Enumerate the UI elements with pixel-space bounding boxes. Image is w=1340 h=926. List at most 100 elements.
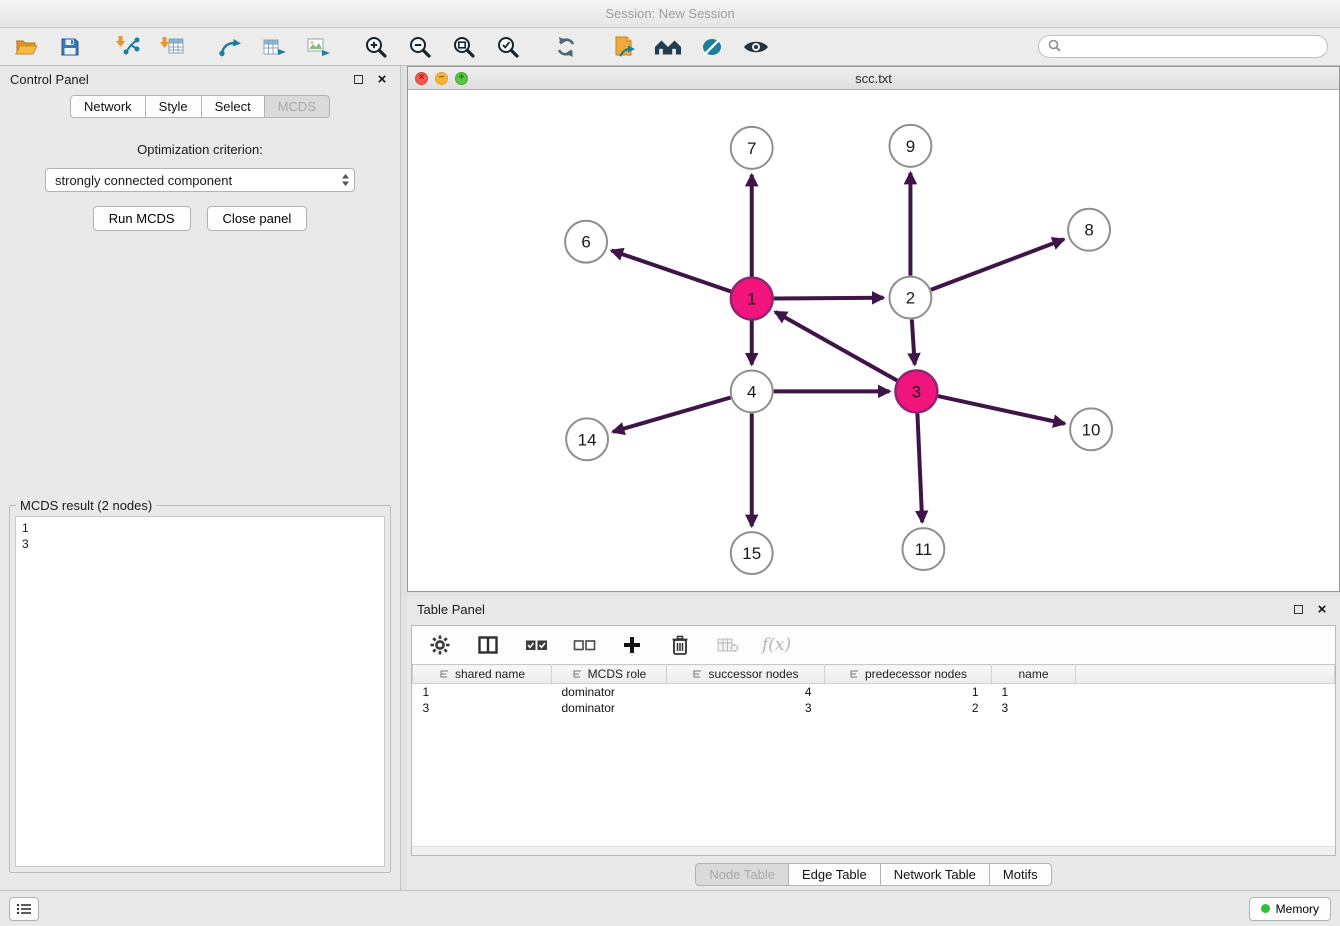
column-header-shared-name[interactable]: shared name	[413, 665, 552, 684]
first-neighbors-icon[interactable]	[610, 33, 638, 61]
column-header-predecessor-nodes[interactable]: predecessor nodes	[825, 665, 992, 684]
deselect-all-icon[interactable]	[570, 631, 598, 659]
tab-mcds[interactable]: MCDS	[265, 95, 330, 118]
tab-select[interactable]: Select	[202, 95, 265, 118]
graph-edge-2-3[interactable]	[912, 320, 915, 365]
search-box[interactable]	[1038, 35, 1328, 58]
column-header-mcds-role[interactable]: MCDS role	[552, 665, 667, 684]
export-table-icon[interactable]	[260, 33, 288, 61]
close-panel-icon[interactable]: ×	[374, 72, 390, 88]
import-network-icon[interactable]	[114, 33, 142, 61]
control-panel-tabs: Network Style Select MCDS	[0, 95, 400, 118]
search-input[interactable]	[1066, 40, 1318, 54]
tab-motifs[interactable]: Motifs	[990, 863, 1052, 886]
graph-node-label-9: 9	[906, 137, 915, 156]
close-table-panel-icon[interactable]: ×	[1314, 602, 1330, 618]
criterion-dropdown[interactable]: strongly connected component	[45, 168, 355, 192]
close-panel-button[interactable]: Close panel	[207, 206, 308, 231]
column-header-name[interactable]: name	[992, 665, 1076, 684]
tab-node-table[interactable]: Node Table	[695, 863, 789, 886]
graph-edge-4-14[interactable]	[613, 397, 731, 431]
tab-style[interactable]: Style	[146, 95, 202, 118]
cell-shared-name[interactable]: 1	[413, 684, 552, 700]
magnifier-icon	[1048, 39, 1061, 55]
column-sort-icon	[439, 669, 450, 679]
cell-name[interactable]: 3	[992, 700, 1076, 716]
import-table-icon[interactable]	[158, 33, 186, 61]
mcds-buttons-row: Run MCDS Close panel	[0, 206, 400, 231]
dropdown-arrows-icon	[341, 173, 350, 187]
table-row[interactable]: 3 dominator 3 2 3	[413, 700, 1335, 716]
graph-edge-3-10[interactable]	[938, 396, 1065, 424]
zoom-selected-icon[interactable]	[494, 33, 522, 61]
save-session-icon[interactable]	[56, 33, 84, 61]
new-network-icon[interactable]	[216, 33, 244, 61]
zoom-in-icon[interactable]	[362, 33, 390, 61]
cell-predecessor-nodes[interactable]: 1	[825, 684, 992, 700]
memory-status-icon	[1261, 904, 1270, 913]
optimization-criterion-label: Optimization criterion:	[0, 142, 400, 157]
task-history-icon[interactable]	[9, 897, 39, 921]
mcds-result-legend: MCDS result (2 nodes)	[16, 498, 156, 513]
graph-node-label-2: 2	[906, 289, 915, 308]
zoom-fit-icon[interactable]	[450, 33, 478, 61]
graph-edge-3-11[interactable]	[917, 413, 922, 522]
minimize-window-icon[interactable]: −	[435, 72, 448, 85]
select-all-icon[interactable]	[522, 631, 550, 659]
add-icon[interactable]	[618, 631, 646, 659]
window-titlebar: Session: New Session	[0, 0, 1340, 28]
column-header-successor-nodes[interactable]: successor nodes	[667, 665, 825, 684]
graph-edge-1-6[interactable]	[612, 250, 731, 291]
run-mcds-button[interactable]: Run MCDS	[93, 206, 191, 231]
export-image-icon[interactable]	[304, 33, 332, 61]
window-title: Session: New Session	[605, 6, 734, 21]
graph-edge-1-2[interactable]	[774, 298, 884, 299]
float-table-panel-icon[interactable]	[1290, 602, 1306, 618]
maximize-window-icon[interactable]: +	[455, 72, 468, 85]
open-file-icon[interactable]	[12, 33, 40, 61]
columns-icon[interactable]	[474, 631, 502, 659]
toolbar-group-network	[216, 33, 332, 61]
column-header-empty	[1076, 665, 1335, 684]
toolbar-group-file	[12, 33, 84, 61]
tab-network[interactable]: Network	[70, 95, 146, 118]
cell-successor-nodes[interactable]: 3	[667, 700, 825, 716]
control-panel-title: Control Panel	[10, 72, 89, 87]
zoom-out-icon[interactable]	[406, 33, 434, 61]
cell-mcds-role[interactable]: dominator	[552, 684, 667, 700]
function-builder-icon: f(x)	[762, 635, 791, 655]
cell-mcds-role[interactable]: dominator	[552, 700, 667, 716]
mcds-tab-content: Optimization criterion: strongly connect…	[0, 118, 400, 890]
apply-layout-icon[interactable]	[552, 33, 580, 61]
cell-predecessor-nodes[interactable]: 2	[825, 700, 992, 716]
toolbar-group-view	[610, 33, 770, 61]
graph-edge-3-1[interactable]	[775, 312, 897, 381]
mcds-result-box[interactable]: 1 3	[15, 516, 385, 867]
cell-shared-name[interactable]: 3	[413, 700, 552, 716]
graph-node-label-4: 4	[747, 382, 756, 401]
table-horizontal-scrollbar[interactable]	[412, 846, 1335, 855]
tab-edge-table[interactable]: Edge Table	[789, 863, 881, 886]
main-area: Control Panel × Network Style Select MCD…	[0, 66, 1340, 890]
column-sort-icon	[692, 669, 703, 679]
float-panel-icon[interactable]	[350, 72, 366, 88]
trash-icon[interactable]	[666, 631, 694, 659]
close-window-icon[interactable]: ×	[415, 72, 428, 85]
main-toolbar	[0, 28, 1340, 66]
graph-node-label-8: 8	[1084, 221, 1093, 240]
table-row[interactable]: 1 dominator 4 1 1	[413, 684, 1335, 700]
graph-edge-2-8[interactable]	[931, 239, 1064, 289]
cell-name[interactable]: 1	[992, 684, 1076, 700]
eye-icon[interactable]	[742, 33, 770, 61]
memory-button[interactable]: Memory	[1249, 897, 1331, 921]
network-canvas[interactable]: 7968124314101511	[408, 90, 1339, 591]
style-details-icon[interactable]	[698, 33, 726, 61]
tab-network-table[interactable]: Network Table	[881, 863, 990, 886]
right-column: scc.txt × − + 7968124314101511 Table Pan…	[401, 66, 1340, 890]
table-panel-title: Table Panel	[417, 602, 485, 617]
cell-successor-nodes[interactable]: 4	[667, 684, 825, 700]
gear-icon[interactable]	[426, 631, 454, 659]
graph-node-label-1: 1	[747, 290, 756, 309]
home-icon[interactable]	[654, 33, 682, 61]
toolbar-group-import	[114, 33, 186, 61]
